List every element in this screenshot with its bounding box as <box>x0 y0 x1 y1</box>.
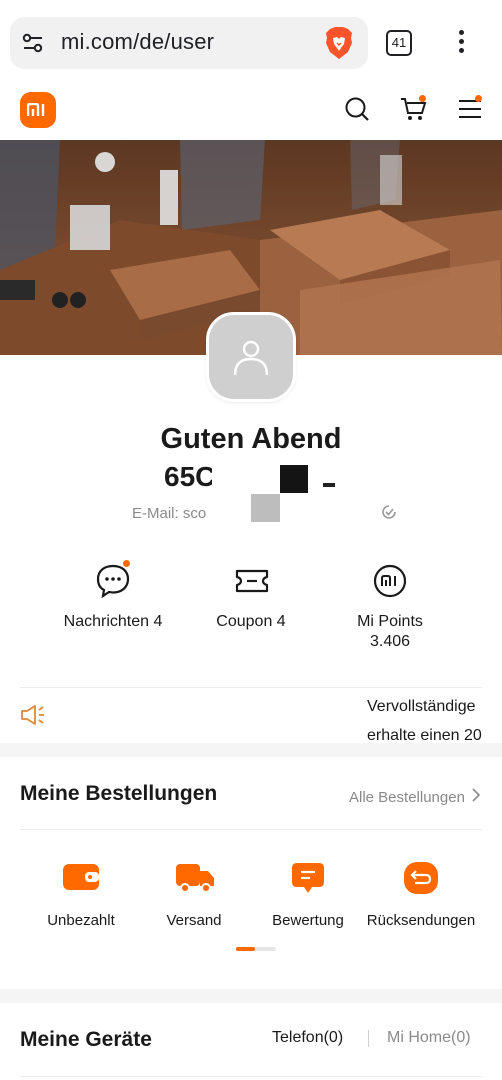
order-review-label: Bewertung <box>272 912 344 929</box>
mi-logo[interactable] <box>20 92 56 128</box>
tab-phone[interactable]: Telefon(0) <box>272 1029 343 1047</box>
carousel-pager <box>236 947 276 951</box>
return-icon <box>402 861 440 895</box>
avatar[interactable] <box>206 312 296 402</box>
messages-label: Nachrichten 4 <box>63 613 163 630</box>
redaction-block-gray <box>251 494 280 522</box>
devices-title: Meine Geräte <box>20 1028 152 1051</box>
messages-stat[interactable]: Nachrichten 4 <box>58 560 168 632</box>
mi-points-icon <box>373 564 407 598</box>
brave-shield-icon[interactable] <box>324 26 354 65</box>
url-text[interactable]: mi.com/de/user <box>61 29 214 55</box>
redaction-block <box>280 465 308 493</box>
section-gap <box>0 989 502 1003</box>
order-unpaid[interactable]: Unbezahlt <box>38 861 124 929</box>
coupon-icon <box>234 564 269 598</box>
chevron-right-icon <box>472 788 481 802</box>
divider <box>20 1076 482 1077</box>
message-icon <box>96 560 130 599</box>
mi-points-value: 3.406 <box>369 633 411 650</box>
user-id-text: 65C <box>164 461 216 492</box>
order-unpaid-label: Unbezahlt <box>47 912 115 929</box>
tab-separator <box>368 1030 369 1047</box>
page: mi.com/de/user 41 Guten Abend 65C E-Mail… <box>0 0 502 1080</box>
announcement-text: Vervollständige erhalte einen 20 <box>367 698 482 744</box>
tab-mi-home[interactable]: Mi Home(0) <box>387 1029 471 1047</box>
order-returns-label: Rücksendungen <box>366 912 476 929</box>
redaction-blur <box>212 462 262 494</box>
truck-icon <box>175 861 214 895</box>
user-icon <box>233 340 269 376</box>
all-orders-link[interactable]: Alle Bestellungen <box>349 788 481 806</box>
browser-toolbar: mi.com/de/user 41 <box>0 8 502 78</box>
search-icon[interactable] <box>344 96 370 127</box>
order-returns[interactable]: Rücksendungen <box>364 861 478 929</box>
mi-points-label: Mi Points <box>357 613 423 630</box>
redaction-mark <box>323 483 335 487</box>
announcement-bar[interactable]: Vervollständige erhalte einen 20 <box>0 688 502 744</box>
menu-badge-dot <box>475 95 482 102</box>
tab-switcher-button[interactable]: 41 <box>386 30 412 56</box>
review-icon <box>289 861 327 895</box>
orders-title: Meine Bestellungen <box>20 782 218 805</box>
address-bar[interactable]: mi.com/de/user <box>10 17 368 69</box>
mi-points-stat[interactable]: Mi Points 3.406 <box>340 564 440 652</box>
verified-check-icon <box>380 503 398 526</box>
pager-active <box>236 947 255 951</box>
section-gap <box>0 743 502 757</box>
coupon-stat[interactable]: Coupon 4 <box>201 564 301 632</box>
site-header <box>0 78 502 140</box>
message-badge-dot <box>123 560 130 567</box>
order-shipping[interactable]: Versand <box>154 861 234 929</box>
order-shipping-label: Versand <box>166 912 222 929</box>
status-bar <box>0 0 502 8</box>
greeting-text: Guten Abend <box>160 423 342 455</box>
menu-icon[interactable] <box>458 95 482 125</box>
cart-badge-dot <box>419 95 426 102</box>
megaphone-icon <box>20 704 46 731</box>
email-text: E-Mail: sco <box>132 505 207 522</box>
cart-icon[interactable] <box>400 95 428 127</box>
browser-menu-icon[interactable] <box>452 30 470 58</box>
order-review[interactable]: Bewertung <box>262 861 354 929</box>
wallet-icon <box>62 861 100 895</box>
divider <box>20 829 482 830</box>
coupon-label: Coupon 4 <box>216 613 286 630</box>
site-settings-icon[interactable] <box>22 32 44 59</box>
